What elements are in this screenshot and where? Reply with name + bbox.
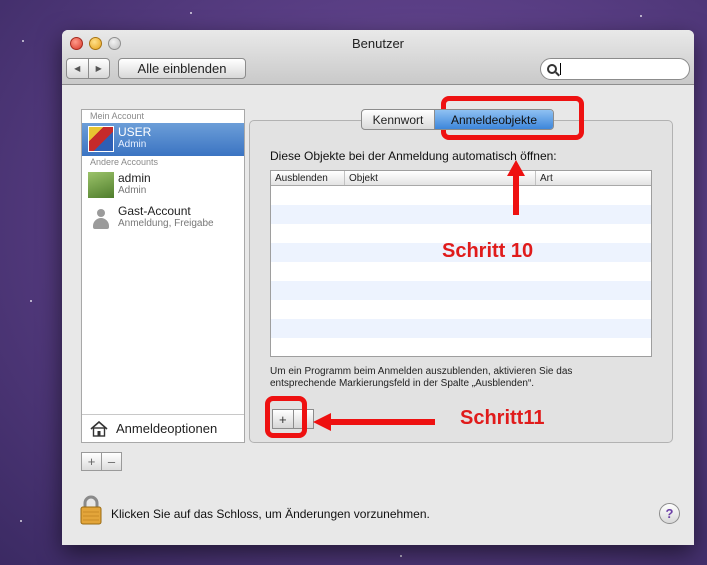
table-row	[271, 186, 651, 205]
account-name: admin	[118, 171, 151, 185]
annotation-step11: Schritt11	[460, 407, 545, 429]
lock-icon[interactable]	[80, 495, 102, 525]
table-body	[271, 186, 651, 356]
login-options-label: Anmeldeoptionen	[116, 421, 218, 436]
account-role: Anmeldung, Freigabe	[118, 218, 214, 229]
table-header: Ausblenden Objekt Art	[271, 171, 651, 186]
window-title: Benutzer	[351, 36, 405, 51]
lock-bar: Klicken Sie auf das Schloss, um Änderung…	[62, 485, 694, 545]
login-options-item[interactable]: Anmeldeoptionen	[82, 414, 244, 442]
background-star	[190, 12, 192, 14]
account-item-user[interactable]: USER Admin	[82, 123, 244, 156]
add-account-button[interactable]: +	[82, 453, 101, 470]
title-bar: Benutzer ◀ ▶ Alle einblenden	[62, 30, 694, 85]
my-account-header: Mein Account	[90, 111, 145, 121]
background-star	[400, 555, 402, 557]
annotation-step10: Schritt 10	[442, 240, 534, 262]
background-star	[20, 520, 22, 522]
tab-login-items[interactable]: Anmeldeobjekte	[435, 110, 553, 129]
accounts-list[interactable]: Mein Account USER Admin Andere Accounts …	[81, 109, 245, 443]
account-name: USER	[118, 125, 152, 139]
search-field[interactable]	[540, 58, 690, 80]
show-all-button[interactable]: Alle einblenden	[118, 58, 246, 79]
annotation-box-add	[265, 396, 307, 438]
account-item-admin[interactable]: admin Admin	[82, 169, 244, 202]
tab-password[interactable]: Kennwort	[362, 110, 435, 129]
hint-line: entsprechende Markierungsfeld in der Spa…	[270, 378, 535, 389]
account-role: Admin	[118, 139, 147, 150]
table-row	[271, 262, 651, 281]
table-row	[271, 300, 651, 319]
back-forward-control: ◀ ▶	[66, 58, 110, 79]
user-avatar	[88, 126, 114, 152]
table-row	[271, 338, 651, 356]
admin-avatar	[88, 172, 114, 198]
background-star	[30, 300, 32, 302]
other-accounts-header: Andere Accounts	[90, 157, 159, 167]
account-name: Gast-Account	[118, 204, 191, 218]
column-header-kind[interactable]: Art	[536, 171, 651, 185]
table-row	[271, 205, 651, 224]
background-star	[22, 40, 24, 42]
search-input[interactable]	[560, 63, 561, 75]
account-add-remove: + –	[81, 452, 122, 471]
users-preferences-window: Benutzer ◀ ▶ Alle einblenden Mein Accoun…	[62, 30, 694, 545]
hint-line: Um ein Programm beim Anmelden auszublend…	[270, 366, 573, 377]
tab-control: Kennwort Anmeldeobjekte	[361, 109, 554, 130]
annotation-arrow-up	[507, 160, 525, 215]
help-button[interactable]: ?	[659, 503, 680, 524]
annotation-arrow-left	[313, 413, 435, 431]
column-header-hide[interactable]: Ausblenden	[271, 171, 345, 185]
forward-button[interactable]: ▶	[87, 59, 110, 78]
hide-hint-text: Um ein Programm beim Anmelden auszublend…	[270, 366, 660, 390]
background-star	[640, 15, 642, 17]
search-icon	[547, 64, 557, 74]
person-icon	[88, 205, 114, 231]
house-icon	[90, 420, 108, 437]
remove-account-button[interactable]: –	[101, 453, 121, 470]
table-row	[271, 281, 651, 300]
account-role: Admin	[118, 185, 147, 196]
back-button[interactable]: ◀	[67, 59, 88, 78]
lock-text: Klicken Sie auf das Schloss, um Änderung…	[111, 507, 430, 521]
login-items-table[interactable]: Ausblenden Objekt Art	[270, 170, 652, 357]
account-item-guest[interactable]: Gast-Account Anmeldung, Freigabe	[82, 202, 244, 235]
table-row	[271, 319, 651, 338]
